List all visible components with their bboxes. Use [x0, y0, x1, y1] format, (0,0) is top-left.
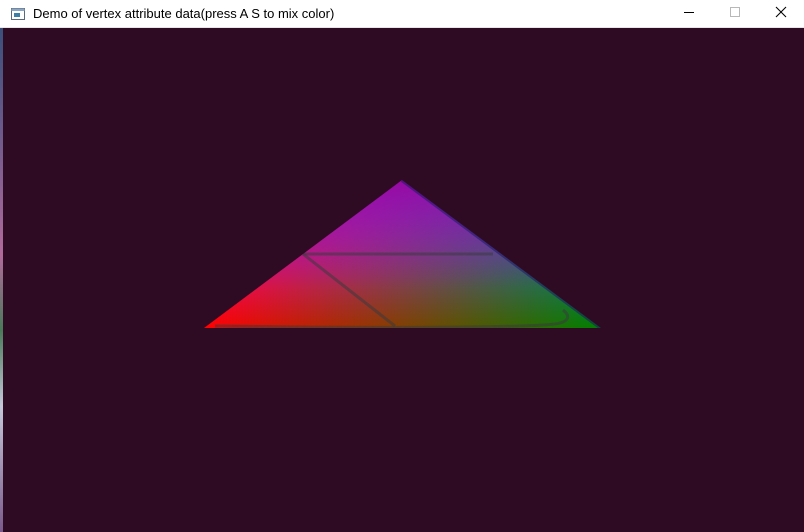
- render-viewport[interactable]: [3, 28, 804, 532]
- window-title: Demo of vertex attribute data(press A S …: [33, 6, 335, 21]
- app-window-icon: [11, 7, 25, 20]
- maximize-icon: [729, 5, 741, 23]
- maximize-button[interactable]: [712, 0, 758, 28]
- close-button[interactable]: [758, 0, 804, 28]
- minimize-icon: [683, 5, 695, 23]
- app-window: Demo of vertex attribute data(press A S …: [0, 0, 804, 532]
- vertex-color-triangle: [204, 180, 601, 328]
- close-icon: [775, 5, 787, 23]
- triangle-canvas: [204, 180, 601, 328]
- minimize-button[interactable]: [666, 0, 712, 28]
- title-bar[interactable]: Demo of vertex attribute data(press A S …: [0, 0, 804, 28]
